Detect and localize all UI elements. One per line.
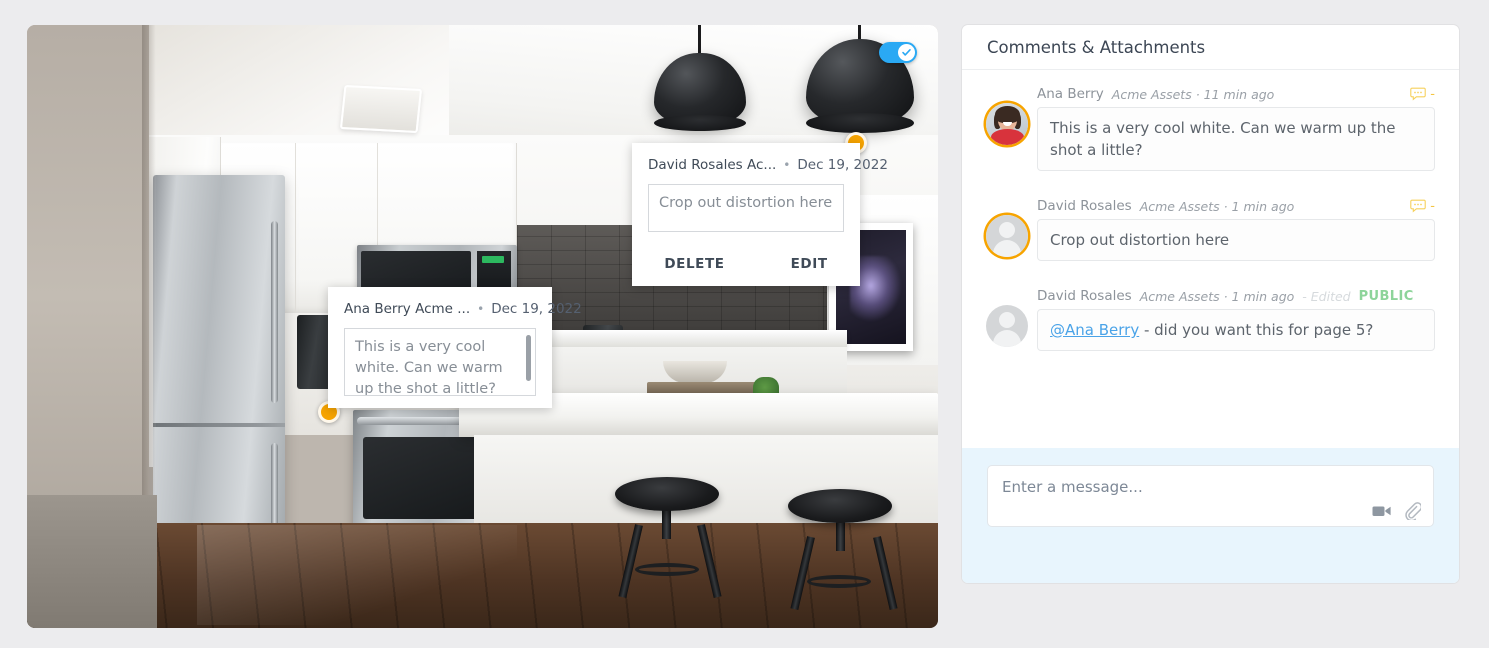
comment-text[interactable]: @Ana Berry - did you want this for page … — [1037, 309, 1435, 351]
composer-actions — [1372, 502, 1421, 520]
annotation-text: This is a very cool white. Can we warm u… — [355, 339, 503, 396]
annotation-actions: DELETE EDIT — [648, 254, 844, 274]
comment-main: David Rosales Acme Assets · 1 min ago - … — [1037, 198, 1435, 261]
comment-bubble-icon[interactable] — [1410, 87, 1427, 101]
avatar-placeholder — [986, 215, 1028, 257]
message-placeholder: Enter a message... — [1002, 478, 1143, 496]
comment-meta: David Rosales Acme Assets · 1 min ago - … — [1037, 288, 1435, 304]
comment-author: David Rosales — [1037, 288, 1132, 304]
comment-timestamp: Acme Assets · 1 min ago — [1139, 198, 1295, 214]
annotation-date: Dec 19, 2022 — [797, 157, 888, 173]
skylight — [339, 84, 423, 134]
back-countertop — [517, 330, 847, 348]
annotation-date: Dec 19, 2022 — [491, 301, 582, 317]
avatar-photo — [986, 103, 1028, 145]
refrigerator-split — [153, 423, 285, 427]
comment-main: David Rosales Acme Assets · 1 min ago - … — [1037, 288, 1435, 351]
annotation-separator: • — [783, 158, 791, 172]
comment-actions: - — [1410, 87, 1435, 101]
avatar-placeholder — [986, 305, 1028, 347]
pendant-lamp-right-rim — [806, 113, 914, 133]
annotation-text-field[interactable]: This is a very cool white. Can we warm u… — [344, 328, 536, 396]
image-viewer[interactable]: David Rosales Ac... • Dec 19, 2022 Crop … — [27, 25, 938, 628]
refrigerator-handle-top — [271, 221, 278, 403]
comment-bubble-icon[interactable] — [1410, 199, 1427, 213]
floor-highlight — [197, 525, 517, 625]
annotation-popup-david[interactable]: David Rosales Ac... • Dec 19, 2022 Crop … — [632, 143, 888, 286]
annotation-author: David Rosales Ac... — [648, 157, 777, 173]
list-item: David Rosales Acme Assets · 1 min ago - … — [986, 198, 1435, 261]
mention-link[interactable]: @Ana Berry — [1050, 321, 1139, 339]
paperclip-icon[interactable] — [1404, 502, 1421, 520]
delete-button[interactable]: DELETE — [660, 254, 728, 274]
comment-meta: David Rosales Acme Assets · 1 min ago - — [1037, 198, 1435, 214]
chevron-down-icon[interactable]: - — [1430, 88, 1435, 101]
list-item: David Rosales Acme Assets · 1 min ago - … — [986, 288, 1435, 351]
page-title: Comments & Attachments — [987, 37, 1206, 57]
annotation-popup-ana[interactable]: Ana Berry Acme ... • Dec 19, 2022 This i… — [328, 287, 582, 408]
comment-text-rest: - did you want this for page 5? — [1139, 321, 1374, 339]
edit-button[interactable]: EDIT — [787, 254, 832, 274]
toggle-knob — [898, 44, 915, 61]
scrollbar-thumb[interactable] — [526, 335, 531, 381]
comment-meta: Ana Berry Acme Assets · 11 min ago - — [1037, 86, 1435, 102]
status-badge: PUBLIC — [1358, 288, 1414, 304]
annotation-author: Ana Berry Acme ... — [344, 301, 471, 317]
comment-text[interactable]: This is a very cool white. Can we warm u… — [1037, 107, 1435, 171]
avatar — [986, 215, 1028, 257]
edited-label: - Edited — [1302, 288, 1351, 304]
comment-author: David Rosales — [1037, 198, 1132, 214]
comment-timestamp: Acme Assets · 11 min ago — [1111, 86, 1275, 102]
left-floor — [27, 495, 157, 628]
comment-timestamp: Acme Assets · 1 min ago — [1139, 288, 1295, 304]
annotation-separator: • — [477, 302, 485, 316]
annotation-text-field[interactable]: Crop out distortion here — [648, 184, 844, 232]
annotation-popup-header: David Rosales Ac... • Dec 19, 2022 — [648, 157, 888, 173]
list-item: Ana Berry Acme Assets · 11 min ago - Thi… — [986, 86, 1435, 171]
chevron-down-icon[interactable]: - — [1430, 200, 1435, 213]
message-input-box[interactable]: Enter a message... — [987, 465, 1434, 527]
pendant-lamp-left-rim — [654, 115, 746, 131]
comment-author: Ana Berry — [1037, 86, 1104, 102]
panel-header: Comments & Attachments — [962, 25, 1459, 70]
comments-panel: Comments & Attachments Ana Berry Acme As… — [962, 25, 1459, 583]
comment-list: Ana Berry Acme Assets · 11 min ago - Thi… — [962, 70, 1459, 448]
check-icon — [902, 49, 911, 56]
annotations-toggle[interactable] — [879, 42, 917, 63]
comment-text[interactable]: Crop out distortion here — [1037, 219, 1435, 261]
video-camera-icon[interactable] — [1372, 504, 1392, 518]
message-composer: Enter a message... — [962, 448, 1459, 583]
avatar — [986, 103, 1028, 145]
annotation-popup-header: Ana Berry Acme ... • Dec 19, 2022 — [344, 301, 582, 317]
microwave-display — [482, 256, 504, 263]
avatar — [986, 305, 1028, 347]
comment-actions: - — [1410, 199, 1435, 213]
comment-main: Ana Berry Acme Assets · 11 min ago - Thi… — [1037, 86, 1435, 171]
